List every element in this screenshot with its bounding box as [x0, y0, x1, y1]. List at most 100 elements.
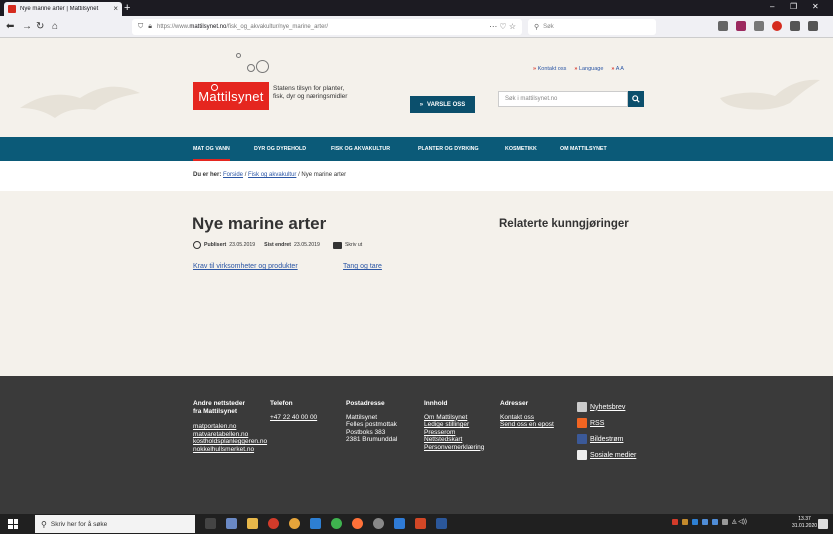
rss-icon: [577, 418, 587, 428]
footer-link-nokkelhullsmerket[interactable]: nokkelhullsmerket.no: [193, 446, 267, 454]
tag-link-tang[interactable]: Tang og tare: [343, 263, 382, 270]
print-icon[interactable]: [332, 241, 342, 249]
social-nyhetsbrev[interactable]: Nyhetsbrev: [577, 402, 636, 412]
close-icon[interactable]: ×: [113, 5, 118, 13]
logo-tagline: Statens tilsyn for planter, fisk, dyr og…: [273, 85, 348, 100]
footer-link-personvern[interactable]: Personvernerklæring: [424, 444, 484, 452]
browser-tab[interactable]: Nye marine arter | Mattilsynet ×: [4, 2, 122, 16]
app-icon[interactable]: [226, 518, 237, 529]
footer-phone-link[interactable]: +47 22 40 00 00: [270, 414, 317, 422]
footer-col-postal: Postadresse Mattilsynet Felles postmotta…: [346, 400, 397, 444]
tray-icon[interactable]: [692, 518, 698, 525]
toolbar-extensions: [718, 21, 818, 31]
chrome-icon[interactable]: [289, 518, 300, 529]
tray-icon[interactable]: [682, 518, 688, 525]
footer-link-kostholdsplanleggeren[interactable]: kostholdsplanleggeren.no: [193, 438, 267, 446]
modified-date: 23.05.2019: [293, 242, 320, 248]
print-link[interactable]: Skriv ut: [345, 242, 362, 248]
reload-icon[interactable]: ↻: [36, 20, 44, 34]
powerpoint-icon[interactable]: [415, 518, 426, 529]
breadcrumb-home-link[interactable]: Forside: [223, 172, 243, 178]
site-search-input[interactable]: Søk i mattilsynet.no: [498, 91, 628, 107]
extension-puzzle-icon[interactable]: [790, 21, 800, 31]
browser-tab-bar: Nye marine arter | Mattilsynet × + – ❐ ✕: [0, 0, 833, 16]
top-link-kontakt[interactable]: » Kontakt oss: [533, 66, 566, 72]
home-icon[interactable]: ⌂: [52, 20, 58, 34]
tray-icon[interactable]: [702, 518, 708, 525]
chat-bubble-icon: [577, 450, 587, 460]
footer-link-om-mattilsynet[interactable]: Om Mattilsynet: [424, 414, 484, 422]
edge-icon[interactable]: [310, 518, 321, 529]
nav-mat-og-vann[interactable]: MAT OG VANN: [193, 137, 230, 161]
file-explorer-icon[interactable]: [247, 518, 258, 529]
tray-icon[interactable]: [672, 518, 678, 525]
footer-link-matportalen[interactable]: matportalen.no: [193, 423, 267, 431]
tag-link-krav[interactable]: Krav til virksomheter og produkter: [193, 263, 298, 270]
social-bildestrom-link[interactable]: Bildestrøm: [590, 436, 623, 443]
taskbar-search-input[interactable]: ⚲ Skriv her for å søke: [35, 515, 195, 533]
nav-planter-og-dyrking[interactable]: PLANTER OG DYRKING: [418, 137, 479, 161]
page-actions-icon[interactable]: ⋯ ♡ ☆: [489, 22, 516, 31]
nav-fisk-og-akvakultur[interactable]: FISK OG AKVAKULTUR: [331, 137, 390, 161]
reader-icon[interactable]: [754, 21, 764, 31]
word-icon[interactable]: [436, 518, 447, 529]
published-label: Publisert: [204, 242, 227, 248]
opera-icon[interactable]: [268, 518, 279, 529]
spotify-icon[interactable]: [331, 518, 342, 529]
outlook-icon[interactable]: [394, 518, 405, 529]
taskbar-clock[interactable]: 13.37 31.01.2020: [792, 516, 817, 530]
maximize-icon[interactable]: ❐: [790, 2, 797, 11]
back-icon[interactable]: ⬅: [6, 20, 14, 34]
windows-taskbar: ⚲ Skriv her for å søke ◬ ◁)) 13.37 31.01…: [0, 514, 833, 534]
nav-dyr-og-dyrehold[interactable]: DYR OG DYREHOLD: [254, 137, 306, 161]
breadcrumb: Du er her: Forside / Fisk og akvakultur …: [193, 172, 347, 178]
minimize-icon[interactable]: –: [770, 2, 774, 11]
extension-icon[interactable]: [736, 21, 746, 31]
url-bar[interactable]: ⛉ 🔒︎ https://www.mattilsynet.no/fisk_og_…: [132, 19, 522, 35]
footer-link-send-epost[interactable]: Send oss en epost: [500, 421, 554, 429]
search-icon: ⚲: [41, 519, 47, 529]
footer-link-presserom[interactable]: Presserom: [424, 429, 484, 437]
top-link-language[interactable]: » Language: [574, 66, 603, 72]
footer-link-kontakt-oss[interactable]: Kontakt oss: [500, 414, 554, 422]
site-search-button[interactable]: [628, 91, 644, 107]
tray-icon[interactable]: [712, 518, 718, 525]
social-bildestrom[interactable]: Bildestrøm: [577, 434, 636, 444]
wifi-volume-icon[interactable]: ◬ ◁)): [732, 518, 747, 525]
nav-om-mattilsynet[interactable]: OM MATTILSYNET: [560, 137, 607, 161]
social-nyhetsbrev-link[interactable]: Nyhetsbrev: [590, 404, 625, 411]
top-link-font-size[interactable]: » A A: [611, 66, 624, 72]
footer-head-other-sites: Andre nettsteder fra Mattilsynet: [193, 400, 246, 415]
footer-link-ledige-stillinger[interactable]: Ledige stillinger: [424, 421, 484, 429]
firefox-icon[interactable]: [352, 518, 363, 529]
breadcrumb-section-link[interactable]: Fisk og akvakultur: [248, 172, 296, 178]
window-close-icon[interactable]: ✕: [812, 2, 819, 11]
logo-bubble-icon: [247, 64, 255, 72]
footer-link-matvaretabellen[interactable]: matvaretabellen.no: [193, 431, 267, 439]
social-sosiale-medier-link[interactable]: Sosiale medier: [590, 452, 636, 459]
double-chevron-icon: »: [419, 101, 424, 108]
menu-icon[interactable]: [808, 21, 818, 31]
tray-icon[interactable]: [722, 518, 728, 525]
social-rss[interactable]: RSS: [577, 418, 636, 428]
social-sosiale-medier[interactable]: Sosiale medier: [577, 450, 636, 460]
footer-postal-line: Felles postmottak: [346, 421, 397, 428]
app-icon[interactable]: [373, 518, 384, 529]
notification-icon[interactable]: [818, 519, 828, 529]
browser-search-input[interactable]: ⚲ Søk: [528, 19, 656, 35]
footer-link-nettstedskart[interactable]: Nettstedskart: [424, 436, 484, 444]
nav-kosmetikk[interactable]: KOSMETIKK: [505, 137, 537, 161]
forward-icon[interactable]: →: [22, 20, 32, 34]
article-meta: Publisert 23.05.2019 Sist endret 23.05.2…: [193, 241, 362, 249]
modified-label: Sist endret: [264, 242, 291, 248]
footer-social: Nyhetsbrev RSS Bildestrøm Sosiale medier: [577, 402, 636, 466]
bird-illustration-right: [720, 79, 820, 110]
windows-start-icon[interactable]: [8, 519, 18, 529]
social-rss-link[interactable]: RSS: [590, 420, 604, 427]
library-icon[interactable]: [718, 21, 728, 31]
task-view-icon[interactable]: [205, 518, 216, 529]
varsle-oss-button[interactable]: » VARSLE OSS: [410, 96, 475, 113]
adblock-icon[interactable]: [772, 21, 782, 31]
new-tab-plus-icon[interactable]: +: [124, 1, 130, 15]
clock-date: 31.01.2020: [792, 523, 818, 529]
